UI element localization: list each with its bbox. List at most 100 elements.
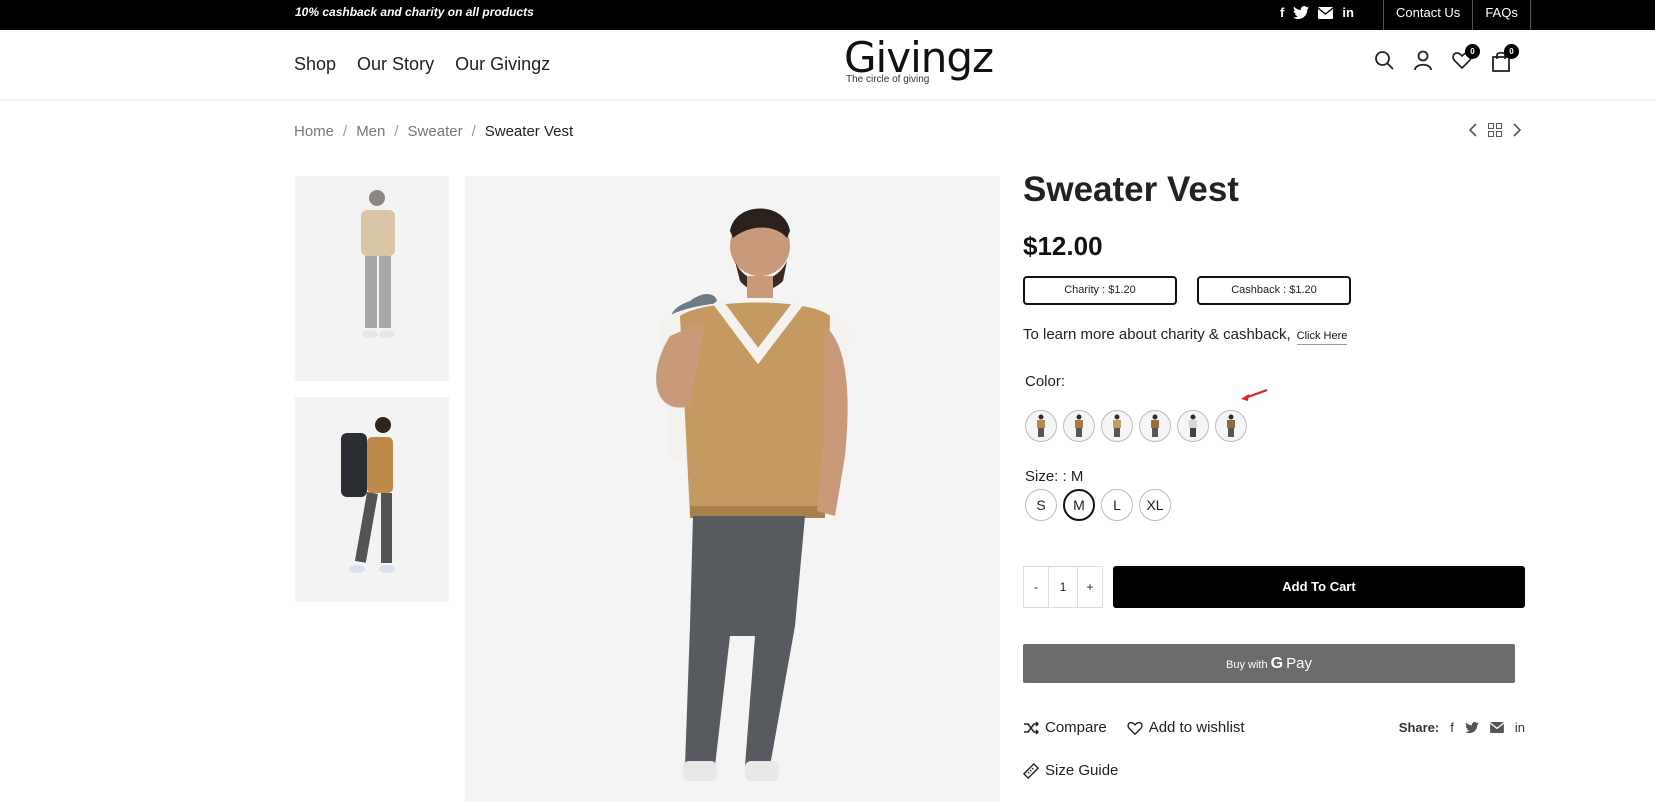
product-navigation bbox=[1468, 123, 1522, 137]
heart-icon bbox=[1127, 721, 1143, 735]
breadcrumb-current: Sweater Vest bbox=[484, 123, 574, 140]
size-option-s[interactable]: S bbox=[1025, 489, 1057, 521]
cashback-badge: Cashback : $1.20 bbox=[1197, 276, 1351, 305]
size-guide-label: Size Guide bbox=[1045, 762, 1119, 779]
add-to-wishlist-button[interactable]: Add to wishlist bbox=[1127, 719, 1245, 736]
breadcrumb-separator: / bbox=[394, 123, 399, 140]
product-actions: Compare Add to wishlist Share: f in bbox=[1023, 719, 1525, 736]
size-option-l[interactable]: L bbox=[1101, 489, 1133, 521]
color-swatch[interactable] bbox=[1101, 410, 1133, 442]
product-price: $12.00 bbox=[1023, 231, 1103, 261]
nav-shop[interactable]: Shop bbox=[294, 54, 336, 75]
size-label: Size: bbox=[1025, 468, 1059, 485]
swatch-figure-icon bbox=[1227, 414, 1235, 437]
ruler-icon bbox=[1023, 762, 1039, 779]
quantity-stepper: - 1 + bbox=[1023, 566, 1103, 608]
share-links: Share: f in bbox=[1399, 720, 1525, 735]
grid-icon[interactable] bbox=[1488, 123, 1502, 137]
share-facebook-icon[interactable]: f bbox=[1450, 720, 1454, 735]
size-options: S M L XL bbox=[1025, 489, 1525, 521]
size-selected-value: : M bbox=[1062, 468, 1084, 485]
qty-increase-button[interactable]: + bbox=[1078, 567, 1102, 607]
learn-more-row: To learn more about charity & cashback, … bbox=[1023, 326, 1525, 345]
google-g-icon: G bbox=[1270, 655, 1284, 672]
compare-button[interactable]: Compare bbox=[1023, 719, 1107, 736]
click-here-link[interactable]: Click Here bbox=[1296, 330, 1348, 345]
compare-label: Compare bbox=[1045, 719, 1107, 736]
gpay-prefix: Buy with bbox=[1225, 659, 1268, 671]
top-bar: 10% cashback and charity on all products… bbox=[0, 0, 1655, 30]
color-swatch[interactable] bbox=[1177, 410, 1209, 442]
chevron-left-icon[interactable] bbox=[1468, 123, 1478, 137]
cart-count-badge: 0 bbox=[1504, 44, 1519, 59]
swatch-figure-icon bbox=[1075, 414, 1083, 437]
color-swatches bbox=[1025, 410, 1525, 442]
contact-us-link[interactable]: Contact Us bbox=[1383, 0, 1472, 30]
breadcrumb-home[interactable]: Home bbox=[294, 123, 334, 140]
search-icon[interactable] bbox=[1374, 50, 1394, 72]
gpay-suffix: Pay bbox=[1286, 655, 1312, 672]
swatch-figure-icon bbox=[1189, 414, 1197, 437]
product-main-image[interactable] bbox=[465, 176, 1000, 802]
site-header: Shop Our Story Our Givingz Givingz The c… bbox=[0, 30, 1655, 100]
wishlist-label: Add to wishlist bbox=[1148, 719, 1245, 736]
linkedin-icon[interactable]: in bbox=[1342, 5, 1354, 21]
size-option-xl[interactable]: XL bbox=[1139, 489, 1171, 521]
add-to-cart-row: - 1 + Add To Cart bbox=[1023, 566, 1525, 608]
email-icon[interactable] bbox=[1318, 7, 1334, 19]
product-thumbnail[interactable] bbox=[295, 176, 449, 381]
add-to-cart-button[interactable]: Add To Cart bbox=[1113, 566, 1525, 608]
color-swatch[interactable] bbox=[1139, 410, 1171, 442]
top-links: Contact Us FAQs bbox=[1383, 0, 1531, 30]
swatch-figure-icon bbox=[1113, 414, 1121, 437]
logo-word: Givingz bbox=[844, 33, 994, 82]
share-email-icon[interactable] bbox=[1489, 722, 1504, 733]
chevron-right-icon[interactable] bbox=[1512, 123, 1522, 137]
product-info: Sweater Vest $12.00 Charity : $1.20 Cash… bbox=[1023, 170, 1525, 779]
thumbnail-image bbox=[341, 417, 395, 573]
product-thumbnail[interactable] bbox=[295, 397, 449, 602]
breadcrumb-separator: / bbox=[471, 123, 476, 140]
qty-decrease-button[interactable]: - bbox=[1024, 567, 1048, 607]
breadcrumb-separator: / bbox=[343, 123, 348, 140]
arrow-indicator-icon bbox=[1241, 388, 1268, 401]
account-icon[interactable] bbox=[1413, 50, 1433, 72]
site-logo[interactable]: Givingz The circle of giving bbox=[844, 33, 994, 88]
product-photo bbox=[656, 208, 850, 781]
breadcrumb-sweater[interactable]: Sweater bbox=[408, 123, 463, 140]
color-label: Color: bbox=[1025, 373, 1066, 390]
wishlist-count-badge: 0 bbox=[1465, 44, 1480, 59]
size-option-m[interactable]: M bbox=[1063, 489, 1095, 521]
header-icons: 0 0 bbox=[1374, 44, 1519, 72]
main-nav: Shop Our Story Our Givingz bbox=[294, 54, 550, 75]
shuffle-icon bbox=[1024, 720, 1039, 735]
color-swatch[interactable] bbox=[1063, 410, 1095, 442]
swatch-figure-icon bbox=[1151, 414, 1159, 437]
breadcrumb: Home / Men / Sweater / Sweater Vest bbox=[294, 123, 573, 140]
quantity-input[interactable]: 1 bbox=[1048, 567, 1078, 607]
share-twitter-icon[interactable] bbox=[1465, 721, 1479, 734]
breadcrumb-men[interactable]: Men bbox=[356, 123, 385, 140]
wishlist-icon[interactable]: 0 bbox=[1452, 44, 1480, 72]
nav-our-givingz[interactable]: Our Givingz bbox=[455, 54, 550, 75]
size-label-row: Size: : M bbox=[1025, 468, 1525, 485]
google-pay-button[interactable]: Buy with G Pay bbox=[1023, 644, 1515, 683]
swatch-figure-icon bbox=[1037, 414, 1045, 437]
color-swatch[interactable] bbox=[1215, 410, 1247, 442]
facebook-icon[interactable]: f bbox=[1280, 5, 1284, 21]
social-links: f in bbox=[1280, 5, 1354, 21]
faqs-link[interactable]: FAQs bbox=[1472, 0, 1531, 30]
nav-our-story[interactable]: Our Story bbox=[357, 54, 434, 75]
twitter-icon[interactable] bbox=[1293, 6, 1310, 20]
reward-pills: Charity : $1.20 Cashback : $1.20 bbox=[1023, 276, 1525, 305]
learn-more-text: To learn more about charity & cashback, bbox=[1023, 326, 1291, 343]
size-guide-button[interactable]: Size Guide bbox=[1023, 762, 1525, 779]
cart-icon[interactable]: 0 bbox=[1491, 44, 1519, 72]
product-title: Sweater Vest bbox=[1023, 170, 1239, 209]
thumbnail-image bbox=[361, 190, 395, 338]
share-label: Share: bbox=[1398, 720, 1440, 735]
promo-text: 10% cashback and charity on all products bbox=[295, 5, 534, 19]
color-swatch[interactable] bbox=[1025, 410, 1057, 442]
share-linkedin-icon[interactable]: in bbox=[1515, 720, 1525, 735]
charity-badge: Charity : $1.20 bbox=[1023, 276, 1177, 305]
